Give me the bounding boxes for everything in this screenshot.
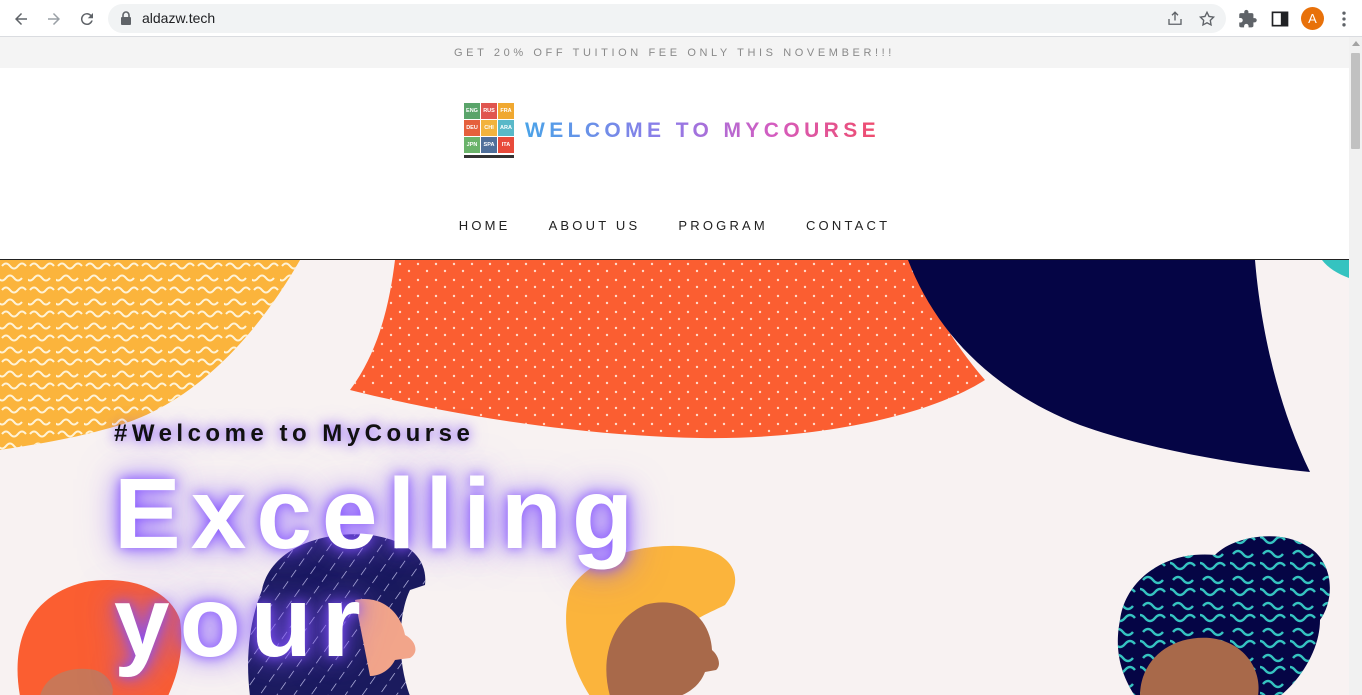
logo-tile-chi: CHI (481, 120, 497, 136)
hero-headline: Excelling your (114, 458, 644, 678)
lock-icon (121, 11, 131, 25)
main-nav: HOME ABOUT US PROGRAM CONTACT (0, 218, 1349, 233)
forward-button[interactable] (41, 6, 67, 32)
reload-button[interactable] (74, 6, 100, 32)
logo-tile-ara: ARA (498, 120, 514, 136)
orange-dots-pattern (350, 260, 985, 439)
star-icon[interactable] (1198, 10, 1216, 28)
logo-tile-fra: FRA (498, 103, 514, 119)
menu-kebab-icon[interactable] (1334, 9, 1354, 29)
forward-icon (48, 13, 60, 25)
logo-underline (464, 155, 514, 158)
back-icon (15, 13, 27, 25)
logo-tile-jpn: JPN (464, 137, 480, 153)
back-button[interactable] (8, 6, 34, 32)
nav-about-us[interactable]: ABOUT US (549, 218, 641, 233)
logo-grid: ENG RUS FRA DEU CHI ARA JPN SPA ITA (464, 103, 516, 153)
web-page: GET 20% OFF TUITION FEE ONLY THIS NOVEMB… (0, 37, 1349, 695)
hero-tagline: #Welcome to MyCourse (114, 420, 475, 447)
logo-tile-ita: ITA (498, 137, 514, 153)
address-bar[interactable]: aldazw.tech (108, 4, 1226, 33)
reload-icon (80, 13, 93, 26)
logo-tile-deu: DEU (464, 120, 480, 136)
extensions-icon[interactable] (1238, 9, 1258, 29)
promo-banner: GET 20% OFF TUITION FEE ONLY THIS NOVEMB… (0, 37, 1349, 68)
profile-avatar[interactable]: A (1301, 7, 1324, 30)
hero-section: #Welcome to MyCourse Excelling your (0, 259, 1349, 695)
side-panel-icon[interactable] (1270, 9, 1290, 29)
nav-contact[interactable]: CONTACT (806, 218, 890, 233)
logo-tile-rus: RUS (481, 103, 497, 119)
site-logo[interactable]: ENG RUS FRA DEU CHI ARA JPN SPA ITA (464, 103, 516, 159)
logo-tile-eng: ENG (464, 103, 480, 119)
nav-program[interactable]: PROGRAM (678, 218, 768, 233)
nav-home[interactable]: HOME (459, 218, 511, 233)
promo-text: GET 20% OFF TUITION FEE ONLY THIS NOVEMB… (454, 46, 895, 59)
share-icon[interactable] (1166, 10, 1184, 28)
scroll-up-arrow-icon[interactable] (1352, 41, 1360, 46)
scroll-thumb[interactable] (1351, 53, 1360, 149)
site-title[interactable]: WELCOME TO MYCOURSE (525, 119, 880, 143)
logo-tile-spa: SPA (481, 137, 497, 153)
page-scrollbar[interactable] (1349, 37, 1362, 695)
browser-toolbar: aldazw.tech A (0, 0, 1362, 37)
url-text: aldazw.tech (142, 10, 216, 26)
teal-corner (1322, 260, 1349, 278)
